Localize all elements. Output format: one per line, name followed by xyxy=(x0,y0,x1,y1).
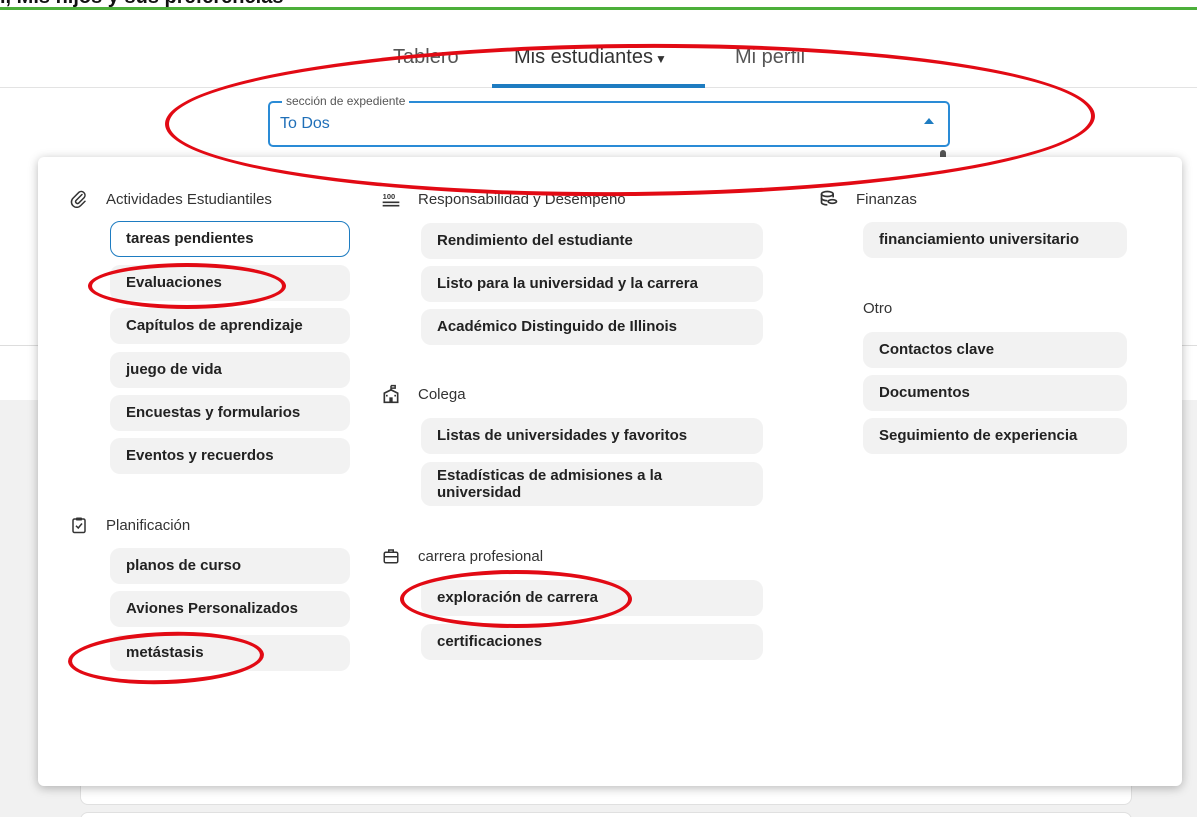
school-building-icon xyxy=(380,383,402,405)
category-career: carrera profesional xyxy=(380,545,543,567)
menu-item-eventos[interactable]: Eventos y recuerdos xyxy=(110,438,350,474)
menu-item-aviones[interactable]: Aviones Personalizados xyxy=(110,591,350,627)
menu-item-metastasis[interactable]: metástasis xyxy=(110,635,350,671)
clipboard-check-icon xyxy=(68,514,90,536)
menu-item-seguimiento[interactable]: Seguimiento de experiencia xyxy=(863,418,1127,454)
menu-item-contactos[interactable]: Contactos clave xyxy=(863,332,1127,368)
top-nav: Tablero Mis estudiantes ▼ Mi perfil xyxy=(0,28,1197,88)
score-icon: 100 xyxy=(380,188,402,210)
menu-item-exploracion-carrera[interactable]: exploración de carrera xyxy=(421,580,763,616)
category-title: Finanzas xyxy=(856,190,917,208)
category-other-title: Otro xyxy=(863,300,893,317)
tab-mis-estudiantes[interactable]: Mis estudiantes ▼ xyxy=(514,46,667,69)
category-finance: Finanzas xyxy=(818,188,917,210)
briefcase-icon xyxy=(380,545,402,567)
menu-item-tareas-pendientes[interactable]: tareas pendientes xyxy=(110,221,350,257)
category-planning: Planificación xyxy=(68,514,190,536)
menu-item-listo-universidad[interactable]: Listo para la universidad y la carrera xyxy=(421,266,763,302)
menu-item-capitulos[interactable]: Capítulos de aprendizaje xyxy=(110,308,350,344)
category-title: carrera profesional xyxy=(418,547,544,565)
category-college: Colega xyxy=(380,383,466,405)
section-menu-panel: Actividades Estudiantiles tareas pendien… xyxy=(38,157,1182,786)
section-select-value: To Dos xyxy=(280,115,330,132)
coins-icon xyxy=(818,188,840,210)
category-title: Planificación xyxy=(106,516,191,534)
tab-mi-perfil[interactable]: Mi perfil xyxy=(735,46,805,69)
menu-item-juego-de-vida[interactable]: juego de vida xyxy=(110,352,350,388)
menu-item-estadisticas-admisiones[interactable]: Estadísticas de admisiones a la universi… xyxy=(421,462,763,506)
category-activities: Actividades Estudiantiles xyxy=(68,188,272,210)
menu-item-rendimiento[interactable]: Rendimiento del estudiante xyxy=(421,223,763,259)
section-select-label: sección de expediente xyxy=(282,94,410,108)
background-card xyxy=(80,812,1132,817)
menu-item-certificaciones[interactable]: certificaciones xyxy=(421,624,763,660)
active-tab-indicator xyxy=(492,84,705,88)
category-title: Actividades Estudiantiles xyxy=(106,190,272,208)
menu-item-documentos[interactable]: Documentos xyxy=(863,375,1127,411)
menu-item-planos-de-curso[interactable]: planos de curso xyxy=(110,548,350,584)
section-select[interactable]: sección de expediente To Dos xyxy=(268,94,950,147)
attach-icon xyxy=(68,188,90,210)
svg-text:100: 100 xyxy=(383,192,396,201)
menu-item-listas-universidades[interactable]: Listas de universidades y favoritos xyxy=(421,418,763,454)
category-responsibility: 100 Responsabilidad y Desempeño xyxy=(380,188,626,210)
category-title: Colega xyxy=(418,385,466,403)
menu-item-encuestas[interactable]: Encuestas y formularios xyxy=(110,395,350,431)
category-title: Responsabilidad y Desempeño xyxy=(418,190,626,208)
top-strip: i, Mis hijos y sus preferencias xyxy=(0,0,1197,10)
tab-tablero[interactable]: Tablero xyxy=(393,46,459,69)
caret-up-icon xyxy=(924,118,934,124)
tab-mis-estudiantes-label: Mis estudiantes xyxy=(514,46,653,68)
menu-item-academico-distinguido[interactable]: Académico Distinguido de Illinois xyxy=(421,309,763,345)
caret-down-icon: ▼ xyxy=(654,52,667,66)
top-strip-text: i, Mis hijos y sus preferencias xyxy=(0,0,283,7)
menu-item-financiamiento[interactable]: financiamiento universitario xyxy=(863,222,1127,258)
menu-item-evaluaciones[interactable]: Evaluaciones xyxy=(110,265,350,301)
